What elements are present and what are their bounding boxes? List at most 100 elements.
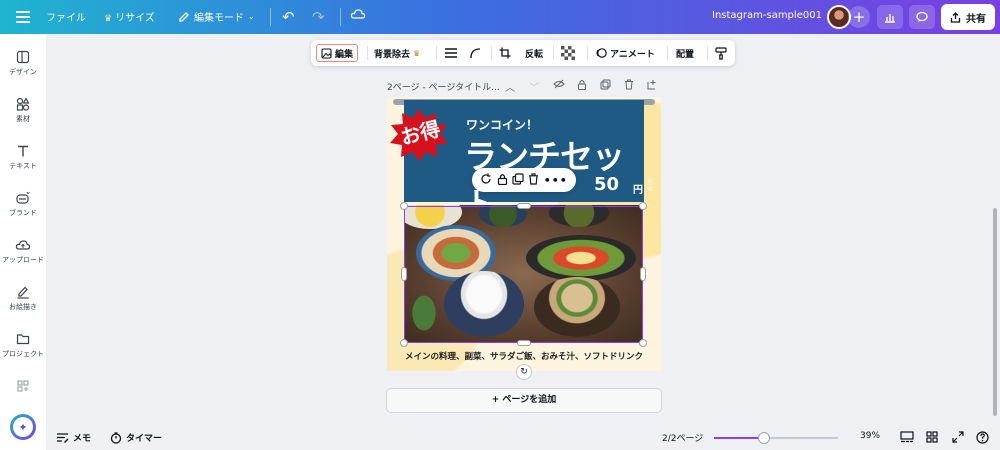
- sidebar-item-label: 素材: [16, 115, 30, 123]
- redo-icon[interactable]: ↷: [312, 8, 325, 26]
- zoom-level[interactable]: 39%: [860, 431, 880, 441]
- left-sidebar: デザイン 素材 テキスト ブランド アップロード お絵描き プロジェクト ✦: [0, 34, 46, 450]
- design-price[interactable]: 50: [594, 174, 619, 195]
- regenerate-icon[interactable]: [480, 173, 492, 188]
- position-button[interactable]: 配置: [676, 44, 694, 62]
- resize-handle[interactable]: [400, 202, 408, 210]
- analytics-icon[interactable]: [877, 5, 903, 29]
- animate-button[interactable]: アニメート: [595, 44, 655, 62]
- sparkle-icon: ✦: [13, 417, 33, 437]
- sidebar-item-draw[interactable]: お絵描き: [0, 285, 46, 312]
- lock-icon[interactable]: [577, 79, 587, 93]
- zoom-slider[interactable]: [714, 432, 838, 444]
- add-page-button[interactable]: + ページを追加: [386, 388, 662, 413]
- corner-rounding-icon[interactable]: [469, 44, 481, 62]
- resize-handle[interactable]: [639, 202, 647, 210]
- rotate-handle-icon[interactable]: ↻: [516, 364, 532, 380]
- resize-label: リサイズ: [115, 13, 155, 24]
- top-bar: ファイル ♛ リサイズ 編集モード ⌄ ↶ ↷ Instagram-sample0…: [0, 0, 1000, 34]
- bottom-bar: メモ タイマー 2/2ページ 39%: [46, 424, 1000, 450]
- divider: [707, 46, 708, 60]
- sidebar-item-elements[interactable]: 素材: [0, 97, 46, 124]
- folder-icon: [16, 334, 30, 345]
- share-button[interactable]: 共有: [941, 4, 995, 30]
- bg-remove-button[interactable]: 背景除去 ♛: [374, 44, 420, 62]
- chevron-up-icon[interactable]: ︿: [505, 79, 515, 94]
- page-view-icon[interactable]: [900, 431, 914, 443]
- edit-mode-label: 編集モード: [194, 13, 244, 24]
- magic-assistant-button[interactable]: ✦: [10, 414, 36, 440]
- vertical-scrollbar[interactable]: [993, 208, 997, 416]
- design-caption[interactable]: メインの料理、副菜、サラダご飯、おみそ汁、ソフトドリンク: [387, 350, 661, 362]
- upload-icon: [15, 240, 31, 250]
- border-style-icon[interactable]: [444, 44, 458, 62]
- apps-icon[interactable]: [0, 379, 46, 396]
- animate-icon: [596, 48, 607, 58]
- edit-image-button[interactable]: 編集: [316, 44, 359, 62]
- transparency-icon[interactable]: [561, 44, 575, 62]
- flip-button[interactable]: 反転: [525, 44, 543, 62]
- trash-icon[interactable]: [624, 79, 634, 93]
- sidebar-item-label: テキスト: [9, 162, 37, 170]
- banner-tab: [472, 106, 478, 114]
- lock-icon[interactable]: [497, 173, 508, 188]
- banner-tab: [502, 106, 508, 114]
- add-page-icon[interactable]: [647, 79, 658, 93]
- document-title[interactable]: Instagram-sample001: [712, 10, 822, 21]
- sidebar-item-brand[interactable]: ブランド: [0, 191, 46, 218]
- trash-icon[interactable]: [528, 172, 539, 188]
- resize-button[interactable]: ♛ リサイズ: [104, 9, 155, 24]
- resize-handle[interactable]: [640, 267, 646, 281]
- sidebar-item-design[interactable]: デザイン: [0, 50, 46, 77]
- pencil-icon: [179, 11, 189, 22]
- grid-view-icon[interactable]: [926, 431, 938, 443]
- banner-tab: [592, 106, 598, 114]
- chevron-down-icon[interactable]: ﹀: [529, 79, 539, 94]
- resize-handle[interactable]: [400, 339, 408, 347]
- undo-icon[interactable]: ↶: [282, 8, 295, 26]
- help-icon[interactable]: [976, 431, 989, 444]
- resize-handle[interactable]: [401, 267, 407, 281]
- duplicate-icon[interactable]: [512, 172, 524, 188]
- timer-button[interactable]: タイマー: [110, 431, 162, 444]
- design-icon: [16, 50, 30, 64]
- sidebar-item-upload[interactable]: アップロード: [0, 238, 46, 265]
- divider: [436, 46, 437, 60]
- comment-icon[interactable]: [909, 5, 935, 29]
- timer-label: タイマー: [126, 434, 163, 444]
- page-title[interactable]: 2ページ - ページタイトル...: [387, 80, 500, 93]
- crown-icon: ♛: [104, 14, 113, 24]
- sidebar-item-label: プロジェクト: [2, 350, 44, 358]
- page-count[interactable]: 2/2ページ: [662, 431, 703, 444]
- paint-format-icon[interactable]: [715, 44, 727, 62]
- more-options-icon[interactable]: •••: [544, 174, 568, 187]
- zoom-slider-knob[interactable]: [758, 432, 770, 444]
- crown-icon: ♛: [413, 48, 421, 58]
- sidebar-item-projects[interactable]: プロジェクト: [0, 332, 46, 359]
- cloud-save-icon[interactable]: [350, 8, 366, 24]
- divider: [587, 46, 588, 60]
- notes-label: メモ: [73, 434, 92, 444]
- banner-tab: [532, 106, 538, 114]
- bg-remove-label: 背景除去: [374, 49, 411, 60]
- edit-mode-dropdown[interactable]: 編集モード ⌄: [178, 9, 255, 24]
- crop-icon[interactable]: [499, 44, 511, 62]
- sidebar-item-text[interactable]: テキスト: [0, 144, 46, 171]
- timer-icon: [110, 431, 122, 444]
- brand-icon: [16, 191, 30, 204]
- resize-handle[interactable]: [517, 340, 531, 346]
- fullscreen-icon[interactable]: [952, 431, 964, 443]
- page-header: 2ページ - ページタイトル... ︿ ﹀: [387, 78, 662, 94]
- notes-button[interactable]: メモ: [56, 431, 91, 444]
- duplicate-icon[interactable]: [600, 79, 611, 93]
- elements-icon: [16, 97, 30, 111]
- sidebar-item-label: ブランド: [9, 209, 37, 217]
- file-menu[interactable]: ファイル: [46, 9, 86, 24]
- resize-handle[interactable]: [517, 203, 531, 209]
- resize-handle[interactable]: [639, 339, 647, 347]
- menu-icon[interactable]: [14, 8, 32, 26]
- divider: [553, 46, 554, 60]
- hide-icon[interactable]: [553, 79, 565, 92]
- add-collaborator-icon[interactable]: +: [848, 6, 870, 28]
- image-edit-icon: [321, 47, 332, 59]
